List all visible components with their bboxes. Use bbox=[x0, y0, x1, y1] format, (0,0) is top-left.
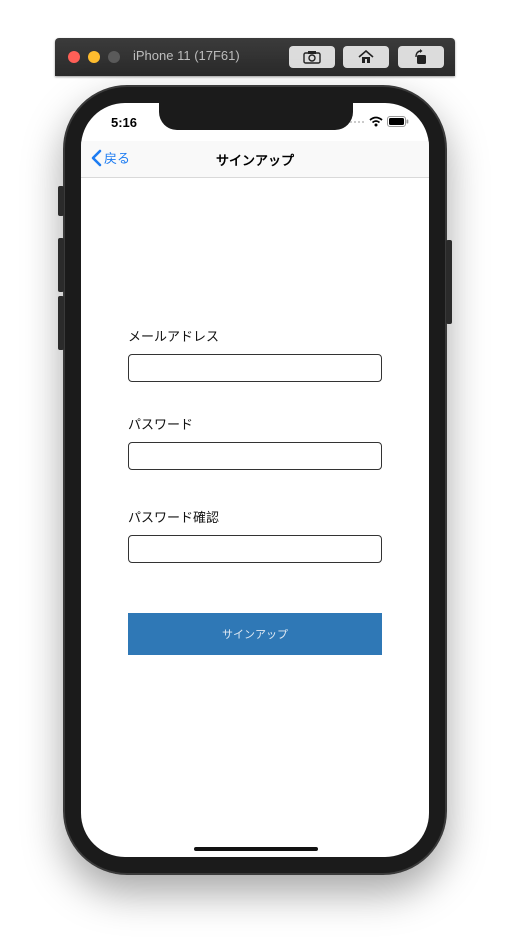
status-time: 5:16 bbox=[111, 115, 138, 130]
status-indicators bbox=[349, 116, 409, 127]
email-field[interactable] bbox=[128, 354, 382, 382]
phone-screen: 5:16 戻る サインアップ メールアドレス パスワード パスワード確認 サイン… bbox=[81, 103, 429, 857]
notch bbox=[159, 103, 353, 130]
password-label: パスワード bbox=[128, 418, 194, 433]
simulator-titlebar: iPhone 11 (17F61) bbox=[55, 38, 455, 76]
cellular-signal-icon bbox=[350, 120, 364, 123]
page-title: サインアップ bbox=[215, 154, 294, 169]
minimize-window-button[interactable] bbox=[88, 51, 100, 63]
wifi-icon bbox=[369, 116, 383, 127]
email-label: メールアドレス bbox=[128, 330, 220, 345]
password-field[interactable] bbox=[128, 442, 382, 470]
signup-button[interactable]: サインアップ bbox=[128, 613, 382, 655]
screenshot-button[interactable] bbox=[289, 46, 335, 68]
rotate-icon bbox=[415, 49, 426, 64]
home-indicator[interactable] bbox=[194, 847, 318, 851]
navigation-bar: 戻る サインアップ bbox=[81, 141, 429, 178]
home-icon bbox=[358, 50, 374, 63]
zoom-window-button[interactable] bbox=[108, 51, 120, 63]
volume-up-button[interactable] bbox=[58, 238, 64, 292]
simulator-window: iPhone 11 (17F61) 5:16 戻る サインアップ メールアドレス… bbox=[0, 0, 510, 949]
power-button[interactable] bbox=[446, 240, 452, 324]
simulator-title: iPhone 11 (17F61) bbox=[133, 48, 240, 63]
rotate-button[interactable] bbox=[398, 46, 444, 68]
close-window-button[interactable] bbox=[68, 51, 80, 63]
battery-icon bbox=[387, 116, 409, 127]
password-confirm-field[interactable] bbox=[128, 535, 382, 563]
mute-switch[interactable] bbox=[58, 186, 64, 216]
password-confirm-label: パスワード確認 bbox=[128, 511, 220, 526]
volume-down-button[interactable] bbox=[58, 296, 64, 350]
screenshot-icon bbox=[303, 51, 321, 64]
home-button[interactable] bbox=[343, 46, 389, 68]
